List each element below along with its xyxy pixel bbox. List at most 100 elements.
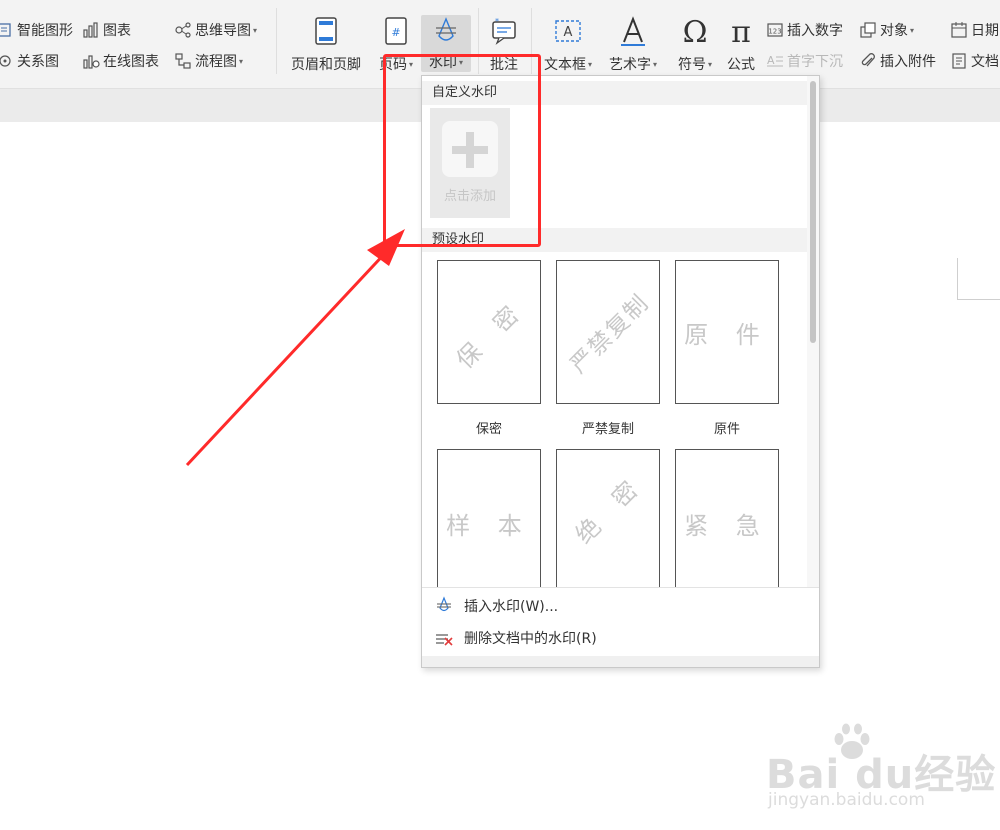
add-custom-watermark-tile[interactable]: 点击添加 bbox=[430, 108, 510, 218]
watermark-menu-actions: 插入水印(W)... 删除文档中的水印(R) bbox=[422, 587, 819, 667]
watermark-preview-text: 样 本 bbox=[446, 512, 532, 540]
chevron-down-icon: ▾ bbox=[408, 59, 413, 69]
drop-cap-icon: A bbox=[766, 52, 784, 70]
logo-sub-text: jingyan.baidu.com bbox=[768, 790, 925, 810]
insert-watermark-menu-item[interactable]: 插入水印(W)... bbox=[422, 591, 819, 621]
svg-text:#: # bbox=[391, 26, 400, 39]
document-icon bbox=[950, 52, 968, 70]
word-art-icon bbox=[616, 14, 650, 48]
chevron-down-icon: ▾ bbox=[707, 59, 712, 69]
flowchart-button[interactable]: 流程图 ▾ bbox=[174, 50, 243, 72]
online-chart-button[interactable]: 在线图表 bbox=[82, 50, 159, 72]
chart-button[interactable]: 图表 bbox=[82, 19, 131, 41]
online-chart-label: 在线图表 bbox=[103, 54, 159, 70]
watermark-dropdown-menu: 自定义水印 点击添加 预设水印 保 密 保密 严禁复制 严禁复制 原 件 原件 … bbox=[421, 75, 820, 668]
date-icon bbox=[950, 21, 968, 39]
comment-icon: * bbox=[487, 14, 521, 48]
symbol-label: 符号 bbox=[677, 57, 706, 73]
comment-button[interactable]: * 批注 bbox=[484, 14, 524, 74]
watermark-preview-text: 保 密 bbox=[450, 293, 531, 374]
smart-art-button[interactable]: 智能图形 bbox=[0, 19, 73, 41]
relation-diagram-button[interactable]: 关系图 bbox=[0, 50, 59, 72]
chart-icon bbox=[82, 21, 100, 39]
formula-pi-icon: π bbox=[724, 14, 758, 50]
attachment-button[interactable]: 插入附件 bbox=[859, 50, 936, 72]
plus-icon bbox=[442, 121, 498, 177]
chevron-down-icon: ▾ bbox=[253, 25, 258, 35]
smart-art-label: 智能图形 bbox=[17, 23, 73, 39]
mind-map-label: 思维导图 bbox=[195, 23, 251, 39]
attachment-icon bbox=[859, 52, 877, 70]
insert-number-icon: 123 bbox=[766, 21, 784, 39]
object-button[interactable]: 对象 ▾ bbox=[859, 19, 914, 41]
flowchart-icon bbox=[174, 52, 192, 70]
chevron-down-icon: ▾ bbox=[239, 56, 244, 66]
preset-watermark-label: 原件 bbox=[713, 422, 740, 437]
formula-label: 公式 bbox=[727, 57, 755, 73]
drop-cap-button[interactable]: A 首字下沉 bbox=[766, 50, 843, 72]
object-icon bbox=[859, 21, 877, 39]
svg-text:π: π bbox=[731, 15, 751, 48]
insert-number-button[interactable]: 123 插入数字 bbox=[766, 19, 843, 41]
flowchart-label: 流程图 bbox=[195, 54, 237, 70]
preset-watermark-heading: 预设水印 bbox=[422, 228, 808, 252]
formula-button[interactable]: π 公式 bbox=[722, 14, 760, 74]
date-label: 日期 bbox=[971, 23, 999, 39]
watermark-preview-text: 绝 密 bbox=[569, 468, 650, 549]
baidu-jingyan-watermark-logo: Bai du经验 jingyan.baidu.com bbox=[766, 722, 995, 812]
preset-watermark-card-original[interactable]: 原 件 bbox=[675, 260, 779, 404]
relation-diagram-icon bbox=[0, 52, 14, 70]
watermark-label: 水印 bbox=[428, 55, 457, 71]
svg-text:A: A bbox=[767, 54, 775, 67]
symbol-button[interactable]: Ω 符号 ▾ bbox=[672, 14, 718, 74]
word-art-button[interactable]: 艺术字 ▾ bbox=[604, 14, 662, 74]
watermark-button[interactable]: 水印 ▾ bbox=[421, 15, 471, 72]
watermark-preview-text: 原 件 bbox=[684, 320, 770, 349]
ribbon-divider bbox=[531, 8, 532, 74]
delete-watermark-menu-item[interactable]: 删除文档中的水印(R) bbox=[422, 623, 819, 653]
object-label: 对象 bbox=[880, 23, 908, 39]
preset-watermark-card-sample[interactable]: 样 本 bbox=[437, 449, 541, 593]
preset-watermark-label: 严禁复制 bbox=[581, 422, 634, 437]
header-footer-icon bbox=[309, 14, 343, 48]
custom-watermark-heading: 自定义水印 bbox=[422, 81, 808, 105]
svg-text:A: A bbox=[564, 25, 573, 40]
delete-watermark-icon bbox=[434, 628, 454, 648]
document-button[interactable]: 文档 bbox=[950, 50, 999, 72]
date-button[interactable]: 日期 bbox=[950, 19, 999, 41]
online-chart-icon bbox=[82, 52, 100, 70]
scrollbar-thumb[interactable] bbox=[810, 81, 816, 343]
preset-watermark-card-confidential[interactable]: 保 密 bbox=[437, 260, 541, 404]
text-box-icon: A bbox=[551, 14, 585, 48]
ribbon-divider bbox=[276, 8, 277, 74]
chevron-down-icon: ▾ bbox=[587, 59, 592, 69]
watermark-preview-text: 紧 急 bbox=[684, 512, 770, 540]
smart-art-icon bbox=[0, 21, 14, 39]
insert-watermark-icon bbox=[434, 596, 454, 616]
svg-text:*: * bbox=[495, 17, 499, 26]
page-number-icon: # bbox=[379, 14, 413, 48]
drop-cap-label: 首字下沉 bbox=[787, 54, 843, 70]
mind-map-button[interactable]: 思维导图 ▾ bbox=[174, 19, 257, 41]
preset-watermark-card-top-secret[interactable]: 绝 密 bbox=[556, 449, 660, 593]
chevron-down-icon: ▾ bbox=[652, 59, 657, 69]
page-number-label: 页码 bbox=[378, 57, 407, 73]
text-box-button[interactable]: A 文本框 ▾ bbox=[539, 14, 597, 74]
svg-text:123: 123 bbox=[768, 28, 781, 36]
dropdown-footer bbox=[422, 656, 819, 667]
chart-label: 图表 bbox=[103, 23, 131, 39]
comment-label: 批注 bbox=[490, 57, 518, 73]
header-footer-button[interactable]: 页眉和页脚 bbox=[288, 14, 364, 74]
preset-watermark-label: 保密 bbox=[475, 422, 502, 437]
watermark-preview-text: 严禁复制 bbox=[565, 289, 655, 379]
text-box-label: 文本框 bbox=[543, 57, 586, 73]
symbol-omega-icon: Ω bbox=[678, 14, 712, 50]
dropdown-scrollbar[interactable] bbox=[807, 76, 819, 587]
insert-watermark-label: 插入水印(W)... bbox=[464, 599, 559, 615]
attachment-label: 插入附件 bbox=[880, 54, 936, 70]
preset-watermark-card-urgent[interactable]: 紧 急 bbox=[675, 449, 779, 593]
add-custom-watermark-label: 点击添加 bbox=[443, 189, 496, 204]
document-page-edge bbox=[957, 258, 1000, 300]
preset-watermark-card-no-copy[interactable]: 严禁复制 bbox=[556, 260, 660, 404]
page-number-button[interactable]: # 页码 ▾ bbox=[374, 14, 418, 74]
